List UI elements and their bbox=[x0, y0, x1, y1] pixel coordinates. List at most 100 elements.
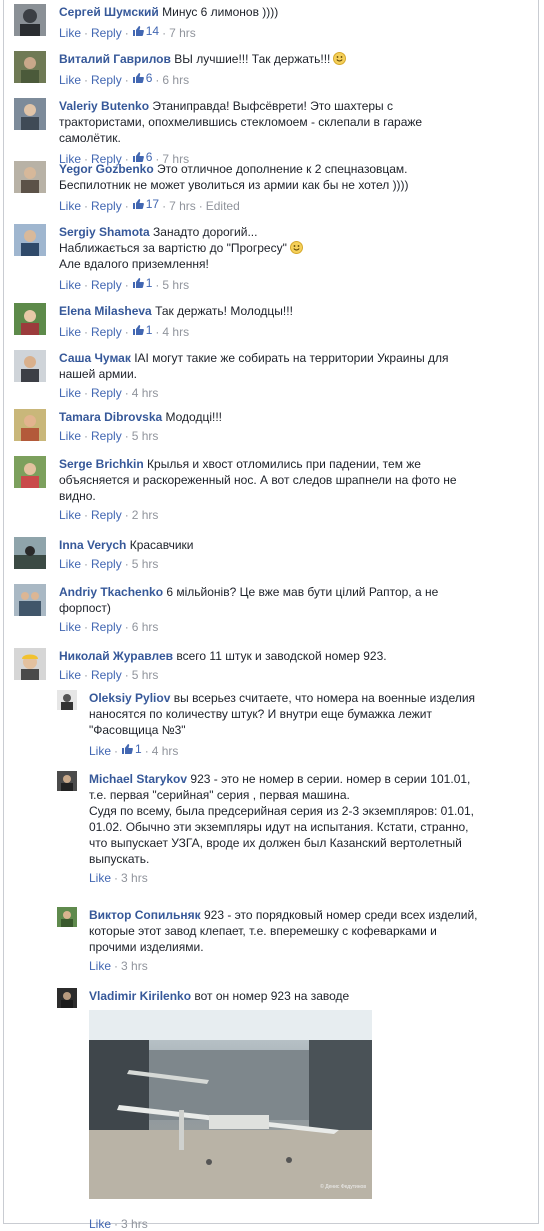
comment-author[interactable]: Виталий Гаврилов bbox=[59, 52, 171, 66]
like-link[interactable]: Like bbox=[59, 26, 81, 40]
thumbs-up-icon bbox=[132, 199, 144, 209]
avatar[interactable] bbox=[14, 648, 46, 680]
thumbs-up-icon bbox=[122, 744, 133, 754]
avatar[interactable] bbox=[14, 224, 46, 256]
avatar[interactable] bbox=[14, 4, 46, 36]
like-count[interactable]: 6 bbox=[132, 71, 152, 85]
comment-author[interactable]: Vladimir Kirilenko bbox=[89, 989, 191, 1003]
like-link[interactable]: Like bbox=[59, 386, 81, 400]
like-link[interactable]: Like bbox=[59, 278, 81, 292]
comment-text: Минус 6 лимонов )))) bbox=[162, 5, 279, 19]
comment-author[interactable]: Tamara Dibrovska bbox=[59, 410, 162, 424]
comment-author[interactable]: Виктор Сопильняк bbox=[89, 908, 201, 922]
comment-text-line: Наближається за вартістю до "Прогресу" bbox=[59, 241, 287, 255]
reply-link[interactable]: Reply bbox=[91, 557, 122, 571]
avatar[interactable] bbox=[57, 690, 77, 710]
like-link[interactable]: Like bbox=[89, 744, 111, 758]
timestamp[interactable]: 6 hrs bbox=[132, 620, 159, 634]
comment-author[interactable]: Сергей Шумский bbox=[59, 5, 159, 19]
avatar[interactable] bbox=[57, 907, 77, 927]
timestamp[interactable]: 4 hrs bbox=[162, 325, 189, 339]
like-link[interactable]: Like bbox=[59, 73, 81, 87]
comment-author[interactable]: Oleksiy Pyliov bbox=[89, 691, 170, 705]
reply-link[interactable]: Reply bbox=[91, 199, 122, 213]
like-link[interactable]: Like bbox=[59, 620, 81, 634]
thumbs-up-icon bbox=[132, 73, 144, 83]
like-count[interactable]: 1 bbox=[132, 323, 152, 337]
timestamp[interactable]: 2 hrs bbox=[132, 508, 159, 522]
timestamp[interactable]: 5 hrs bbox=[162, 278, 189, 292]
comment-author[interactable]: Michael Starykov bbox=[89, 772, 187, 786]
comment-actions: Like · Reply · 6 · 6 hrs bbox=[59, 71, 190, 87]
like-link[interactable]: Like bbox=[59, 429, 81, 443]
comment-author[interactable]: Inna Verych bbox=[59, 538, 126, 552]
comment-item: Elena Milasheva Так держать! Молодцы!!! … bbox=[14, 303, 474, 339]
reply-link[interactable]: Reply bbox=[91, 508, 122, 522]
comment-item: Николай Журавлев всего 11 штук и заводск… bbox=[14, 648, 474, 682]
timestamp[interactable]: 5 hrs bbox=[132, 668, 159, 682]
reply-link[interactable]: Reply bbox=[91, 429, 122, 443]
like-link[interactable]: Like bbox=[59, 199, 81, 213]
comment-item: Sergiy Shamota Занадто дорогий... Наближ… bbox=[14, 224, 474, 292]
avatar[interactable] bbox=[14, 350, 46, 382]
comment-item: Tamara Dibrovska Мододці!!! Like · Reply · 5… bbox=[14, 409, 474, 443]
like-count[interactable]: 17 bbox=[132, 197, 159, 211]
comment-text: Красавчики bbox=[129, 538, 194, 552]
like-link[interactable]: Like bbox=[89, 1217, 111, 1231]
reply-link[interactable]: Reply bbox=[91, 26, 122, 40]
like-link[interactable]: Like bbox=[59, 508, 81, 522]
comment-item: Сергей Шумский Минус 6 лимонов )))) Like… bbox=[14, 4, 474, 40]
timestamp[interactable]: 3 hrs bbox=[121, 959, 148, 973]
reply-link[interactable]: Reply bbox=[91, 668, 122, 682]
like-link[interactable]: Like bbox=[59, 668, 81, 682]
reply-link[interactable]: Reply bbox=[91, 620, 122, 634]
reply-link[interactable]: Reply bbox=[91, 278, 122, 292]
timestamp[interactable]: 3 hrs bbox=[121, 1217, 148, 1231]
like-count[interactable]: 1 bbox=[132, 276, 152, 290]
comment-author[interactable]: Sergiy Shamota bbox=[59, 225, 150, 239]
reply-item: Виктор Сопильняк 923 - это порядковый но… bbox=[57, 907, 482, 973]
timestamp[interactable]: 5 hrs bbox=[132, 557, 159, 571]
attached-photo[interactable]: © Денис Федутинов bbox=[89, 1010, 372, 1199]
comment-author[interactable]: Elena Milasheva bbox=[59, 304, 152, 318]
timestamp[interactable]: 3 hrs bbox=[121, 871, 148, 885]
reply-link[interactable]: Reply bbox=[91, 325, 122, 339]
reply-link[interactable]: Reply bbox=[91, 73, 122, 87]
like-link[interactable]: Like bbox=[59, 557, 81, 571]
like-link[interactable]: Like bbox=[59, 325, 81, 339]
comment-author[interactable]: Николай Журавлев bbox=[59, 649, 173, 663]
avatar[interactable] bbox=[14, 537, 46, 569]
avatar[interactable] bbox=[57, 771, 77, 791]
comment-author[interactable]: Саша Чумак bbox=[59, 351, 131, 365]
like-count[interactable]: 14 bbox=[132, 24, 159, 38]
thumbs-up-icon bbox=[132, 325, 144, 335]
comment-actions: Like · 3 hrs bbox=[89, 871, 148, 885]
comment-item: Виталий Гаврилов ВЫ лучшие!!! Так держат… bbox=[14, 51, 474, 87]
edited-label[interactable]: Edited bbox=[206, 199, 240, 213]
like-link[interactable]: Like bbox=[89, 871, 111, 885]
avatar[interactable] bbox=[14, 51, 46, 83]
timestamp[interactable]: 7 hrs bbox=[169, 26, 196, 40]
like-count[interactable]: 1 bbox=[121, 742, 142, 756]
avatar[interactable] bbox=[14, 98, 46, 130]
avatar[interactable] bbox=[14, 409, 46, 441]
reply-link[interactable]: Reply bbox=[91, 386, 122, 400]
comment-author[interactable]: Serge Brichkin bbox=[59, 457, 144, 471]
timestamp[interactable]: 6 hrs bbox=[162, 73, 189, 87]
timestamp[interactable]: 4 hrs bbox=[152, 744, 179, 758]
comment-item: Inna Verych Красавчики Like · Reply · 5 hrs bbox=[14, 537, 474, 571]
like-link[interactable]: Like bbox=[89, 959, 111, 973]
timestamp[interactable]: 4 hrs bbox=[132, 386, 159, 400]
avatar[interactable] bbox=[57, 988, 77, 1008]
comment-author[interactable]: Valeriy Butenko bbox=[59, 99, 149, 113]
timestamp[interactable]: 7 hrs bbox=[169, 199, 196, 213]
comment-text: вот он номер 923 на заводе bbox=[194, 989, 350, 1003]
avatar[interactable] bbox=[14, 161, 46, 193]
comment-author[interactable]: Yegor Gozbenko bbox=[59, 162, 154, 176]
avatar[interactable] bbox=[14, 456, 46, 488]
timestamp[interactable]: 5 hrs bbox=[132, 429, 159, 443]
reply-item: Vladimir Kirilenko вот он номер 923 на з… bbox=[57, 988, 482, 1231]
avatar[interactable] bbox=[14, 584, 46, 616]
avatar[interactable] bbox=[14, 303, 46, 335]
comment-author[interactable]: Andriy Tkachenko bbox=[59, 585, 163, 599]
